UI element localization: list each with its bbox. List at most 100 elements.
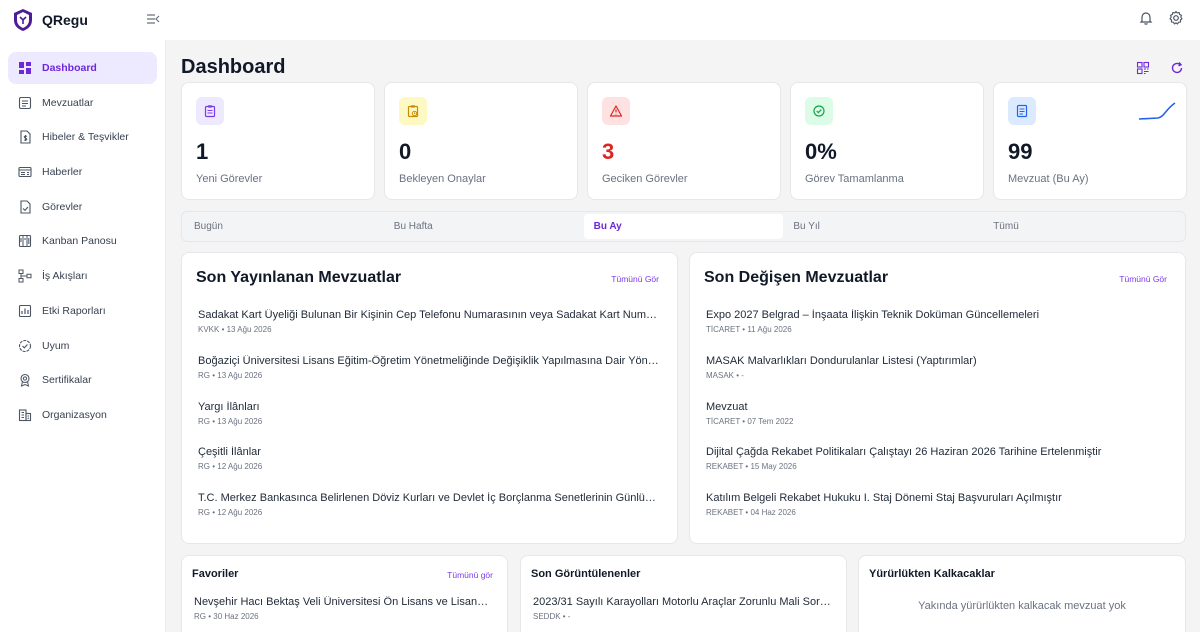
- see-all-link[interactable]: Tümünü Gör: [611, 274, 659, 284]
- sidebar-item-uyum[interactable]: Uyum: [8, 330, 157, 362]
- see-all-link[interactable]: Tümünü Gör: [1119, 274, 1167, 284]
- stat-card-task-completion[interactable]: 0% Görev Tamamlanma: [790, 82, 984, 200]
- sidebar-item-etki-raporlari[interactable]: Etki Raporları: [8, 295, 157, 327]
- item-meta: RG • 12 Ağu 2026: [198, 462, 263, 472]
- item-meta: RG • 12 Ağu 2026: [198, 508, 263, 518]
- sidebar-item-haberler[interactable]: Haberler: [8, 156, 157, 188]
- list-item[interactable]: Çeşitli İlânlar RG • 12 Ağu 2026: [198, 446, 659, 492]
- check-circle-icon: [813, 105, 825, 117]
- clipboard-clock-icon: [407, 105, 419, 118]
- app-name: QRegu: [42, 12, 88, 28]
- top-bar: QRegu: [0, 0, 1200, 40]
- sidebar-item-label: İş Akışları: [42, 270, 88, 283]
- refresh-icon[interactable]: [1170, 61, 1184, 75]
- sidebar-item-mevzuatlar[interactable]: Mevzuatlar: [8, 87, 157, 119]
- panel-title: Son Görüntülenenler: [531, 568, 641, 580]
- grid-icon: [19, 62, 31, 74]
- tab-this-month[interactable]: Bu Ay: [583, 214, 784, 239]
- sidebar-item-gorevler[interactable]: Görevler: [8, 191, 157, 223]
- brand[interactable]: QRegu: [0, 8, 166, 32]
- money-document-icon: [20, 130, 31, 144]
- trend-sparkline: [1138, 102, 1176, 120]
- stat-label: Yeni Görevler: [196, 173, 263, 185]
- layout-grid-icon[interactable]: [1136, 61, 1150, 75]
- item-title: Katılım Belgeli Rekabet Hukuku I. Staj D…: [706, 492, 1062, 505]
- period-tabs: Bugün Bu Hafta Bu Ay Bu Yıl Tümü: [181, 211, 1186, 242]
- sidebar-item-kanban[interactable]: Kanban Panosu: [8, 225, 157, 257]
- sidebar-item-label: Kanban Panosu: [42, 235, 117, 248]
- warning-icon: [609, 105, 623, 117]
- stat-card-monthly-regulations[interactable]: 99 Mevzuat (Bu Ay): [993, 82, 1187, 200]
- list-item[interactable]: Expo 2027 Belgrad – İnşaata İlişkin Tekn…: [706, 309, 1167, 355]
- stat-card-new-tasks[interactable]: 1 Yeni Görevler: [181, 82, 375, 200]
- list-item[interactable]: Mevzuat TİCARET • 07 Tem 2022: [706, 401, 1167, 447]
- list-item[interactable]: Dijital Çağda Rekabet Politikaları Çalış…: [706, 446, 1167, 492]
- recently-viewed-list: 2023/31 Sayılı Karayolları Motorlu Araçl…: [533, 596, 832, 632]
- item-title: Çeşitli İlânlar: [198, 446, 261, 459]
- stat-card-pending-approvals[interactable]: 0 Bekleyen Onaylar: [384, 82, 578, 200]
- clipboard-icon: [204, 105, 216, 118]
- see-all-link[interactable]: Tümünü gör: [447, 570, 493, 580]
- stat-value: 3: [602, 139, 615, 164]
- gear-icon[interactable]: [1168, 10, 1184, 26]
- sidebar-item-label: Haberler: [42, 166, 83, 179]
- item-title: MASAK Malvarlıkları Dondurulanlar Listes…: [706, 354, 977, 367]
- sidebar-item-label: Organizasyon: [42, 408, 107, 421]
- item-meta: RG • 30 Haz 2026: [194, 612, 259, 621]
- bell-icon[interactable]: [1138, 10, 1154, 26]
- sidebar-item-hibeler[interactable]: Hibeler & Teşvikler: [8, 121, 157, 153]
- stat-badge: [399, 97, 427, 125]
- stat-badge: [196, 97, 224, 125]
- list-item[interactable]: Boğaziçi Üniversitesi Lisans Eğitim-Öğre…: [198, 355, 659, 401]
- item-title: Expo 2027 Belgrad – İnşaata İlişkin Tekn…: [706, 309, 1040, 321]
- stat-value: 99: [1008, 139, 1033, 164]
- document-list-icon: [18, 96, 32, 109]
- sidebar-item-is-akislari[interactable]: İş Akışları: [8, 260, 157, 292]
- list-item[interactable]: Sadakat Kart Üyeliği Bulunan Bir Kişinin…: [198, 309, 659, 355]
- stats-row: 1 Yeni Görevler 0 Bekleyen Onaylar 3 Gec…: [181, 82, 1187, 200]
- tab-today[interactable]: Bugün: [184, 214, 384, 239]
- tab-this-week[interactable]: Bu Hafta: [384, 214, 584, 239]
- regulation-list: Expo 2027 Belgrad – İnşaata İlişkin Tekn…: [706, 309, 1167, 538]
- sidebar-item-label: Sertifikalar: [42, 374, 92, 387]
- sidebar-item-label: Dashboard: [42, 62, 97, 74]
- item-meta: TİCARET • 11 Ağu 2026: [706, 325, 792, 334]
- panel-title: Son Yayınlanan Mevzuatlar: [196, 269, 402, 286]
- recently-viewed-panel: Son Görüntülenenler 2023/31 Sayılı Karay…: [520, 555, 847, 632]
- recent-changed-panel: Son Değişen Mevzuatlar Tümünü Gör Expo 2…: [689, 252, 1186, 544]
- list-item[interactable]: Yargı İlânları RG • 13 Ağu 2026: [198, 401, 659, 447]
- tab-this-year[interactable]: Bu Yıl: [783, 214, 983, 239]
- list-item[interactable]: T.C. Merkez Bankasınca Belirlenen Döviz …: [198, 492, 659, 538]
- item-meta: REKABET • 15 May 2026: [706, 462, 797, 472]
- collapse-sidebar-icon[interactable]: [146, 12, 160, 26]
- compliance-check-icon: [18, 339, 32, 352]
- sidebar: Dashboard Mevzuatlar Hibeler & Teşvikler…: [0, 40, 166, 632]
- list-item[interactable]: 2023/31 Sayılı Karayolları Motorlu Araçl…: [533, 596, 832, 632]
- recent-published-panel: Son Yayınlanan Mevzuatlar Tümünü Gör Sad…: [181, 252, 678, 544]
- sidebar-item-organizasyon[interactable]: Organizasyon: [8, 399, 157, 431]
- list-item[interactable]: Katılım Belgeli Rekabet Hukuku I. Staj D…: [706, 492, 1167, 538]
- sidebar-item-dashboard[interactable]: Dashboard: [8, 52, 157, 84]
- expiring-panel: Yürürlükten Kalkacaklar Yakında yürürlük…: [858, 555, 1186, 632]
- item-meta: TİCARET • 07 Tem 2022: [706, 416, 794, 426]
- report-chart-icon: [18, 304, 32, 317]
- item-meta: RG • 13 Ağu 2026: [198, 416, 263, 426]
- list-item[interactable]: Nevşehir Hacı Bektaş Veli Üniversitesi Ö…: [194, 596, 493, 632]
- stat-card-overdue-tasks[interactable]: 3 Geciken Görevler: [587, 82, 781, 200]
- stat-value: 1: [196, 139, 209, 164]
- sidebar-item-label: Mevzuatlar: [42, 96, 94, 109]
- panel-title: Yürürlükten Kalkacaklar: [869, 568, 995, 580]
- sidebar-item-sertifikalar[interactable]: Sertifikalar: [8, 364, 157, 396]
- list-item[interactable]: MASAK Malvarlıkları Dondurulanlar Listes…: [706, 355, 1167, 401]
- sidebar-item-label: Etki Raporları: [42, 304, 106, 317]
- newspaper-icon: [18, 167, 32, 178]
- certificate-icon: [20, 374, 30, 388]
- stat-label: Görev Tamamlanma: [805, 173, 904, 185]
- stat-badge: [602, 97, 630, 125]
- stat-label: Geciken Görevler: [602, 173, 688, 185]
- sidebar-item-label: Görevler: [42, 200, 83, 213]
- sidebar-item-label: Uyum: [42, 339, 70, 352]
- stat-badge: [1008, 97, 1036, 125]
- tab-all[interactable]: Tümü: [983, 214, 1183, 239]
- favorites-panel: Favoriler Tümünü gör Nevşehir Hacı Bekta…: [181, 555, 508, 632]
